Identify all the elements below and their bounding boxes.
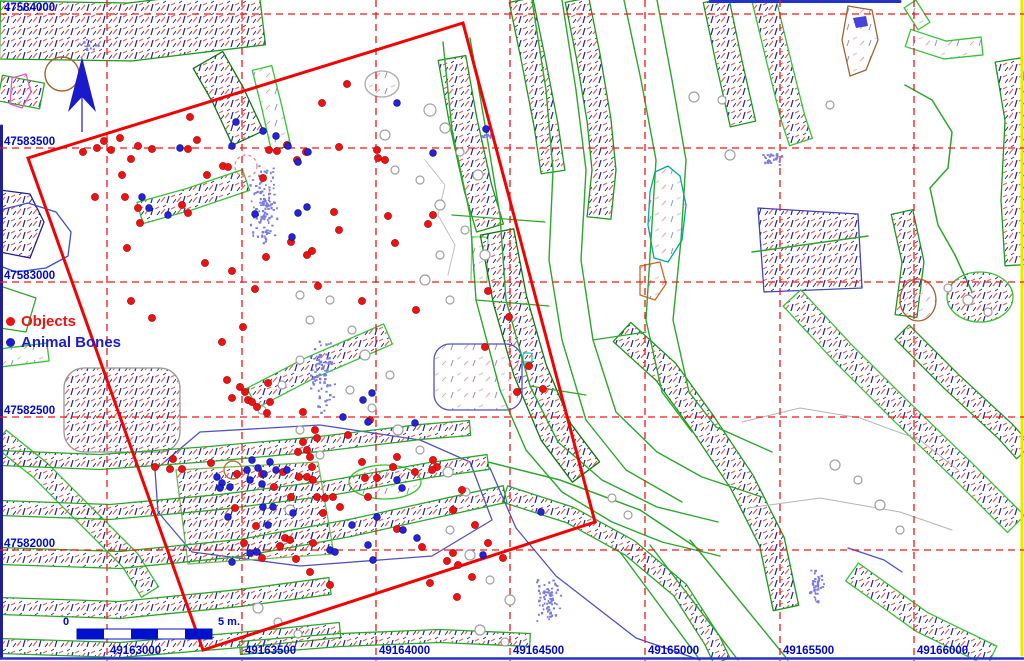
legend-item-objects: Objects [6,311,121,332]
map: 0 5 m. 49163000 49163500 49164000 49164500 49… [0,0,1024,661]
svg-text:49165000: 49165000 [648,645,699,657]
svg-text:47583000: 47583000 [4,270,55,282]
svg-text:0: 0 [63,616,69,628]
svg-text:49164500: 49164500 [513,645,564,657]
svg-text:47582500: 47582500 [4,405,55,417]
svg-text:47582000: 47582000 [4,538,55,550]
map-canvas: 0 5 m. 49163000 49163500 49164000 49164500 49… [0,0,1024,661]
stone-features [253,92,992,646]
legend-item-animal-bones: Animal Bones [6,332,121,353]
legend-objects-label: Objects [21,311,76,332]
objects-dot-icon [6,317,15,326]
legend: Objects Animal Bones [6,311,121,353]
svg-text:49166000: 49166000 [917,645,968,657]
legend-animal-bones-label: Animal Bones [21,332,121,353]
svg-text:49165500: 49165500 [783,645,834,657]
animal-bones-dot-icon [6,338,15,347]
svg-text:47583500: 47583500 [4,136,55,148]
svg-text:5 m.: 5 m. [218,616,240,628]
svg-text:49163500: 49163500 [245,645,296,657]
svg-text:49163000: 49163000 [110,645,161,657]
terrain-features [0,0,1024,661]
svg-text:49164000: 49164000 [379,645,430,657]
svg-text:47584000: 47584000 [4,2,55,14]
